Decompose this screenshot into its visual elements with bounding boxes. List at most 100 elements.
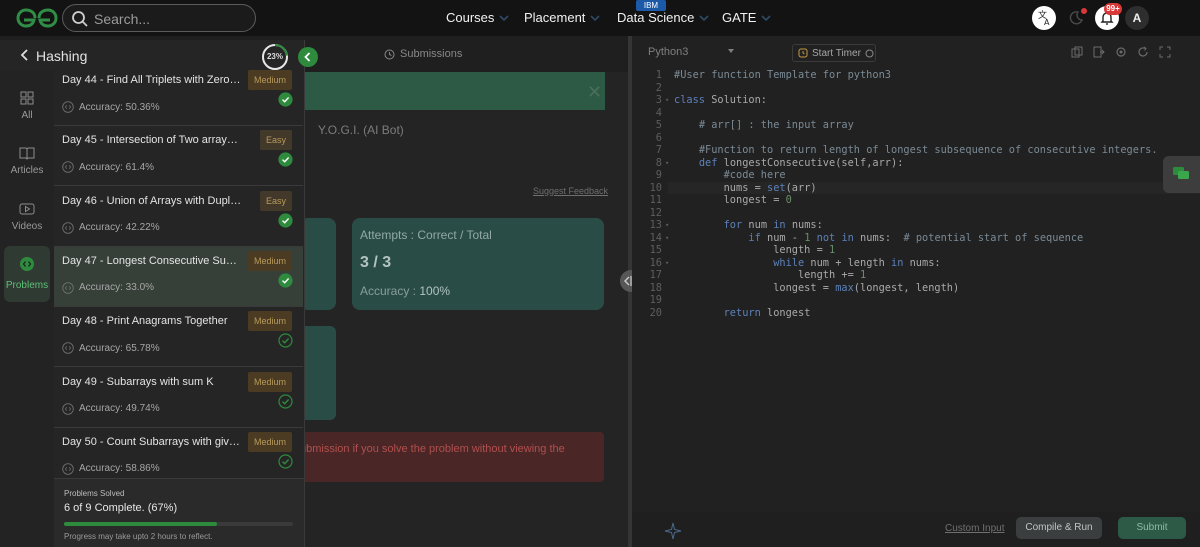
problems-solved-box: Problems Solved 6 of 9 Complete. (67%) P… bbox=[54, 478, 304, 547]
search-box[interactable]: Search... bbox=[62, 4, 256, 32]
problem-list-item[interactable]: Day 49 - Subarrays with sum K Medium Accur… bbox=[54, 368, 303, 428]
code-line[interactable]: 11 longest = 0 bbox=[632, 194, 1200, 207]
code-line[interactable]: 6 bbox=[632, 132, 1200, 145]
chat-button[interactable] bbox=[1163, 156, 1200, 193]
panel-title: Hashing bbox=[36, 48, 88, 64]
code-text: while num + length in nums: bbox=[773, 256, 941, 269]
code-line[interactable]: 5 # arr[] : the input array bbox=[632, 119, 1200, 132]
line-number: 2 bbox=[655, 81, 662, 94]
code-text: class Solution: bbox=[674, 94, 767, 106]
line-number: 19 bbox=[649, 294, 662, 306]
line-number: 17 bbox=[649, 269, 662, 281]
code-line[interactable]: 9 #code here bbox=[632, 169, 1200, 182]
chat-icon bbox=[1173, 167, 1189, 179]
code-circle-icon bbox=[62, 221, 74, 234]
tab-videos[interactable]: Videos bbox=[0, 193, 54, 239]
fold-arrow-icon: ▾ bbox=[665, 158, 670, 167]
compile-run-button[interactable]: Compile & Run bbox=[1016, 517, 1102, 539]
tab-articles[interactable]: Articles bbox=[0, 137, 54, 183]
code-line[interactable]: 14 ▾ if num - 1 not in nums: # potential … bbox=[632, 232, 1200, 245]
problem-accuracy: Accuracy: 65.78% bbox=[62, 342, 160, 354]
problems-solved-label: Problems Solved bbox=[64, 489, 125, 498]
collapse-panel-button[interactable] bbox=[298, 47, 318, 67]
code-circle-icon bbox=[62, 463, 74, 475]
line-number: 7 bbox=[655, 144, 662, 156]
tab-all[interactable]: All bbox=[0, 82, 54, 128]
nav-gate-label: GATE bbox=[722, 10, 757, 25]
code-line[interactable]: 8 ▾ def longestConsecutive(self,arr): bbox=[632, 157, 1200, 170]
problem-accuracy-text: Accuracy: 49.74% bbox=[79, 403, 160, 414]
code-icon bbox=[20, 257, 34, 271]
book-icon bbox=[19, 147, 35, 160]
code-area[interactable]: 1 #User function Template for python3 2 3 ▾ c… bbox=[632, 69, 1200, 319]
settings-small-icon bbox=[865, 49, 874, 57]
ai-sparkle-icon[interactable] bbox=[664, 522, 682, 540]
download-icon[interactable] bbox=[1093, 46, 1105, 58]
translate-button[interactable]: 文 A bbox=[1032, 6, 1056, 30]
submissions-tab[interactable]: Submissions bbox=[384, 48, 462, 60]
difficulty-badge: Medium bbox=[247, 250, 292, 271]
code-line[interactable]: 1 #User function Template for python3 bbox=[632, 69, 1200, 82]
copy-icon[interactable] bbox=[1071, 46, 1083, 58]
reset-icon[interactable] bbox=[1137, 46, 1149, 58]
code-text: # arr[] : the input array bbox=[698, 119, 854, 131]
code-text: longest = 0 bbox=[674, 194, 792, 206]
fold-arrow-icon: ▾ bbox=[665, 221, 670, 229]
close-icon[interactable]: ✕ bbox=[587, 82, 602, 103]
difficulty-badge: Medium bbox=[247, 431, 292, 452]
gfg-logo[interactable] bbox=[16, 7, 58, 29]
tab-all-label: All bbox=[21, 110, 33, 121]
yogi-tab[interactable]: Y.O.G.I. (AI Bot) bbox=[318, 123, 404, 137]
suggest-feedback-link[interactable]: Suggest Feedback bbox=[533, 186, 608, 196]
code-line[interactable]: 15 length = 1 bbox=[632, 244, 1200, 257]
nav-gate[interactable]: GATE bbox=[722, 10, 772, 25]
code-line[interactable]: 2 bbox=[632, 82, 1200, 95]
problem-accuracy: Accuracy: 61.4% bbox=[62, 161, 154, 174]
nav-data-science[interactable]: Data Science bbox=[617, 10, 709, 25]
language-select[interactable]: Python3 bbox=[648, 46, 736, 58]
gear-icon[interactable] bbox=[1115, 46, 1127, 58]
code-text: #code here bbox=[723, 169, 786, 181]
problem-list-item[interactable]: Day 46 - Union of Arrays with Duplicates… bbox=[54, 187, 303, 247]
code-line[interactable]: 4 bbox=[632, 107, 1200, 120]
custom-input-link[interactable]: Custom Input bbox=[945, 523, 1004, 534]
code-line[interactable]: 7 #Function to return length of longest … bbox=[632, 144, 1200, 157]
problems-solved-summary: 6 of 9 Complete. (67%) bbox=[64, 502, 178, 514]
problem-list-item[interactable]: Day 48 - Print Anagrams Together Medium Ac… bbox=[54, 307, 303, 368]
nav-courses[interactable]: Courses bbox=[446, 10, 509, 25]
chevron-down-icon bbox=[699, 14, 709, 21]
line-number: 18 bbox=[649, 281, 662, 294]
code-line[interactable]: 16 ▾ while num + length in nums: bbox=[632, 257, 1200, 270]
code-line[interactable]: 17 length += 1 bbox=[632, 269, 1200, 282]
problem-list-item[interactable]: Day 47 - Longest Consecutive Subsequence… bbox=[54, 246, 303, 307]
course-panel: Hashing 23% All Articles Videos Problems… bbox=[0, 40, 318, 547]
line-number: 12 bbox=[649, 206, 662, 219]
code-line[interactable]: 10 nums = set(arr) bbox=[632, 181, 1200, 194]
nav-placement[interactable]: Placement bbox=[524, 10, 600, 25]
code-line[interactable]: 19 bbox=[632, 294, 1200, 307]
code-line[interactable]: 13 ▾ for num in nums: bbox=[632, 219, 1200, 232]
editor-toolbar: Python3 Start Timer bbox=[632, 36, 1200, 68]
back-arrow-icon[interactable] bbox=[20, 49, 30, 61]
avatar[interactable]: A bbox=[1125, 6, 1149, 30]
problem-list-item[interactable]: Day 45 - Intersection of Two arrays with… bbox=[54, 126, 303, 187]
attempts-label: Attempts : Correct / Total bbox=[360, 228, 492, 242]
problem-title: Day 48 - Print Anagrams Together bbox=[62, 315, 228, 328]
fullscreen-icon[interactable] bbox=[1159, 46, 1171, 58]
caret-down-icon bbox=[728, 49, 734, 53]
check-circle-icon bbox=[278, 152, 293, 167]
code-line[interactable]: 3 ▾ class Solution: bbox=[632, 94, 1200, 107]
problems-solved-progress bbox=[64, 522, 293, 526]
problem-list-item[interactable]: Day 44 - Find All Triplets with Zero Sum… bbox=[54, 66, 303, 126]
tab-problems[interactable]: Problems bbox=[4, 246, 50, 302]
code-line[interactable]: 18 longest = max(longest, length) bbox=[632, 282, 1200, 295]
code-line[interactable]: 20 return longest bbox=[632, 307, 1200, 320]
line-number: 5 bbox=[655, 119, 662, 131]
start-timer-button[interactable]: Start Timer bbox=[792, 44, 876, 62]
code-line[interactable]: 12 bbox=[632, 207, 1200, 220]
start-timer-label: Start Timer bbox=[812, 47, 861, 59]
submit-button[interactable]: Submit bbox=[1118, 517, 1186, 539]
problem-accuracy-text: Accuracy: 58.86% bbox=[79, 463, 160, 475]
video-icon bbox=[19, 203, 35, 215]
fold-arrow-icon: ▾ bbox=[665, 233, 670, 242]
